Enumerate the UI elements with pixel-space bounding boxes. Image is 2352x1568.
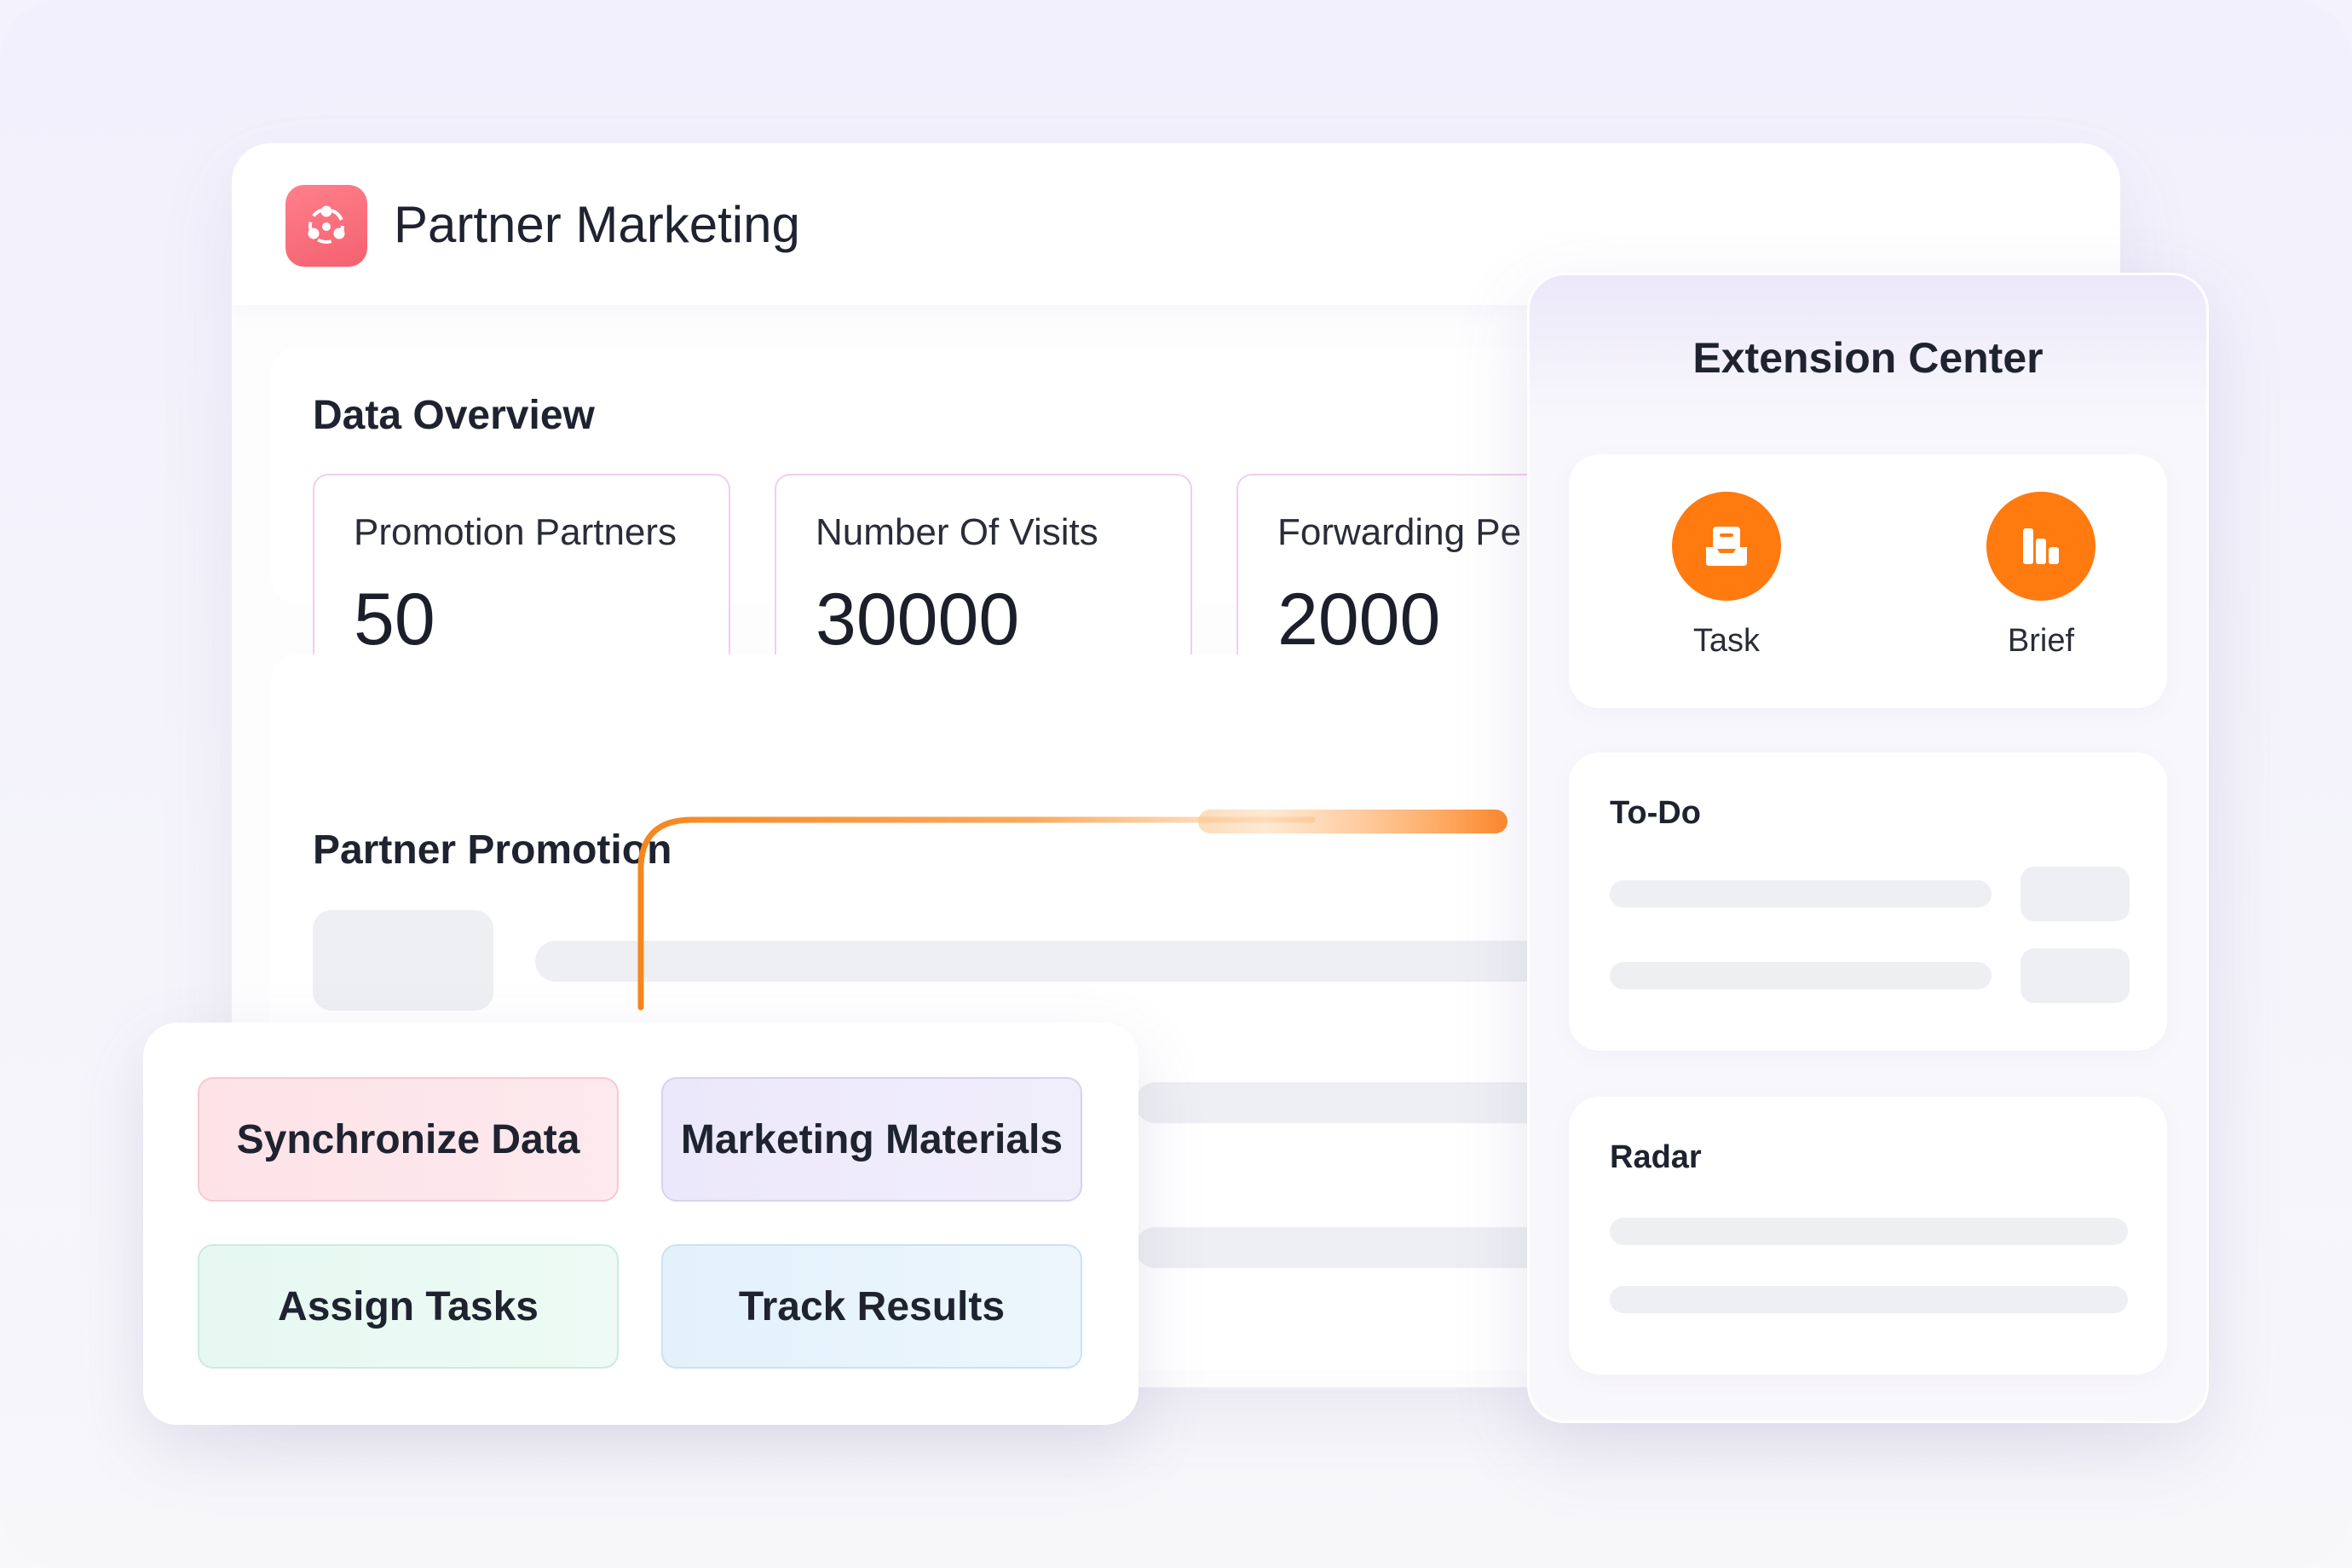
track-results-button[interactable]: Track Results xyxy=(661,1244,1082,1369)
skeleton-button xyxy=(2021,948,2130,1003)
tool-task[interactable]: Task xyxy=(1650,492,1803,660)
stat-label: Promotion Partners xyxy=(354,511,677,553)
partner-network-icon xyxy=(285,185,367,267)
stat-label: Forwarding Pe xyxy=(1277,511,1522,553)
skeleton-button xyxy=(2021,867,2130,921)
stat-value: 50 xyxy=(354,579,435,660)
bar-chart-icon xyxy=(1986,492,2095,601)
stat-value: 2000 xyxy=(1277,579,1441,660)
radar-title: Radar xyxy=(1610,1139,1702,1175)
extension-center-panel: Extension Center Task Brief To-Do Radar xyxy=(1527,273,2209,1423)
todo-title: To-Do xyxy=(1610,795,1701,831)
tool-label: Brief xyxy=(2007,623,2075,659)
assign-tasks-button[interactable]: Assign Tasks xyxy=(198,1244,619,1369)
skeleton-line xyxy=(1610,962,1992,989)
skeleton-line xyxy=(1610,1218,2128,1245)
skeleton-line xyxy=(1610,880,1992,908)
tool-label: Task xyxy=(1692,623,1761,659)
partner-promotion-title: Partner Promotion xyxy=(313,827,672,873)
data-overview-title: Data Overview xyxy=(313,393,595,438)
tool-brief[interactable]: Brief xyxy=(1964,492,2118,660)
stat-value: 30000 xyxy=(816,579,1020,660)
synchronize-data-button[interactable]: Synchronize Data xyxy=(198,1077,619,1202)
skeleton-line xyxy=(1610,1286,2128,1313)
inbox-tray-icon xyxy=(1672,492,1781,601)
radar-card: Radar xyxy=(1569,1097,2167,1375)
app-title: Partner Marketing xyxy=(394,196,800,253)
page-background: Partner Marketing Data Overview Promotio… xyxy=(0,0,2352,1568)
skeleton-thumbnail xyxy=(313,910,493,1011)
todo-card: To-Do xyxy=(1569,752,2167,1051)
marketing-materials-button[interactable]: Marketing Materials xyxy=(661,1077,1082,1202)
quick-actions-card: Synchronize Data Marketing Materials Ass… xyxy=(143,1023,1139,1425)
extension-center-title: Extension Center xyxy=(1692,334,2044,382)
extension-tools-card: Task Brief xyxy=(1569,454,2167,708)
stat-label: Number Of Visits xyxy=(816,511,1098,553)
